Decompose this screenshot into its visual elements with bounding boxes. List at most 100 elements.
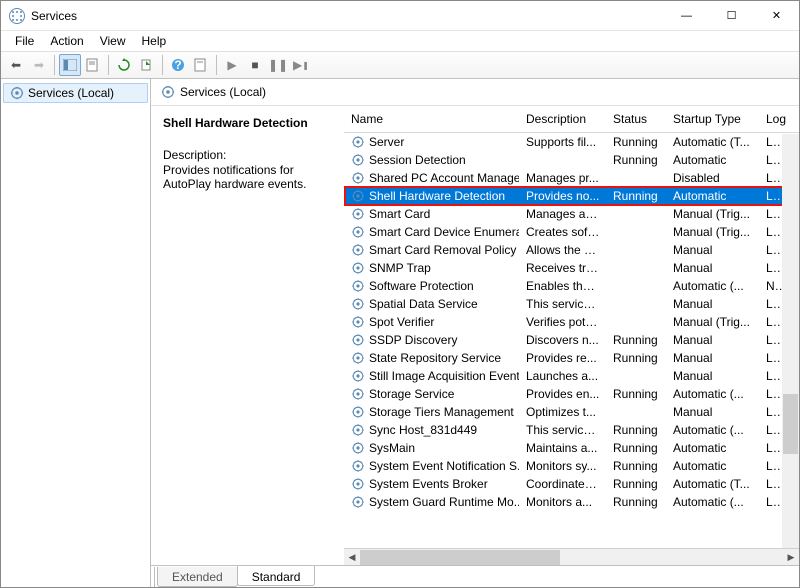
tab-extended[interactable]: Extended (157, 567, 238, 587)
menu-help[interactable]: Help (134, 32, 175, 50)
service-row[interactable]: System Events BrokerCoordinates...Runnin… (344, 475, 799, 493)
column-logon[interactable]: Log (759, 106, 789, 132)
service-name: Sync Host_831d449 (369, 423, 477, 437)
scroll-thumb[interactable] (783, 394, 798, 454)
service-name: Software Protection (369, 279, 474, 293)
gear-icon (351, 387, 365, 401)
service-row[interactable]: Shared PC Account ManagerManages pr...Di… (344, 169, 799, 187)
gear-icon (351, 225, 365, 239)
service-row[interactable]: Smart Card Removal PolicyAllows the s...… (344, 241, 799, 259)
forward-button[interactable]: ➡ (28, 54, 50, 76)
gear-icon (351, 333, 365, 347)
service-row[interactable]: Session DetectionRunningAutomaticLoc (344, 151, 799, 169)
menu-file[interactable]: File (7, 32, 42, 50)
export-button[interactable] (136, 54, 158, 76)
vertical-scrollbar[interactable] (782, 134, 799, 548)
gear-icon (351, 405, 365, 419)
service-startup: Automatic (666, 188, 759, 204)
service-status: Running (606, 134, 666, 150)
pause-service-button[interactable]: ❚❚ (267, 54, 289, 76)
service-row[interactable]: ServerSupports fil...RunningAutomatic (T… (344, 133, 799, 151)
service-row[interactable]: Spatial Data ServiceThis service ...Manu… (344, 295, 799, 313)
service-row[interactable]: State Repository ServiceProvides re...Ru… (344, 349, 799, 367)
gear-icon (351, 279, 365, 293)
refresh-button[interactable] (113, 54, 135, 76)
scroll-left-icon[interactable]: ◀ (344, 549, 360, 566)
horizontal-scrollbar[interactable]: ◀ ▶ (344, 548, 799, 565)
properties-button[interactable] (82, 54, 104, 76)
gear-icon (351, 351, 365, 365)
tree-item-services-local[interactable]: Services (Local) (3, 83, 148, 103)
tab-standard[interactable]: Standard (237, 566, 316, 586)
service-startup: Manual (666, 404, 759, 420)
service-row[interactable]: Still Image Acquisition EventsLaunches a… (344, 367, 799, 385)
show-hide-tree-button[interactable] (59, 54, 81, 76)
right-pane: Services (Local) Shell Hardware Detectio… (151, 79, 799, 587)
gear-icon (351, 495, 365, 509)
service-row[interactable]: Shell Hardware DetectionProvides no...Ru… (344, 187, 799, 205)
main-area: Services (Local) Services (Local) Shell … (1, 79, 799, 587)
service-name: Shared PC Account Manager (369, 171, 519, 185)
scroll-right-icon[interactable]: ▶ (783, 549, 799, 566)
service-name: Shell Hardware Detection (369, 189, 505, 203)
service-row[interactable]: Spot VerifierVerifies pote...Manual (Tri… (344, 313, 799, 331)
service-status: Running (606, 458, 666, 474)
stop-service-button[interactable]: ■ (244, 54, 266, 76)
scroll-thumb[interactable] (360, 550, 560, 565)
service-row[interactable]: Software ProtectionEnables the ...Automa… (344, 277, 799, 295)
list-body[interactable]: ServerSupports fil...RunningAutomatic (T… (344, 133, 799, 548)
service-row[interactable]: Storage Tiers ManagementOptimizes t...Ma… (344, 403, 799, 421)
service-description: Provides re... (519, 350, 606, 366)
service-row[interactable]: System Guard Runtime Mo...Monitors a...R… (344, 493, 799, 511)
back-button[interactable]: ⬅ (5, 54, 27, 76)
properties2-button[interactable] (190, 54, 212, 76)
service-startup: Manual (666, 242, 759, 258)
service-row[interactable]: System Event Notification S...Monitors s… (344, 457, 799, 475)
service-status (606, 411, 666, 413)
column-name[interactable]: Name (344, 106, 519, 132)
service-row[interactable]: Storage ServiceProvides en...RunningAuto… (344, 385, 799, 403)
help-button[interactable]: ? (167, 54, 189, 76)
service-status: Running (606, 332, 666, 348)
service-description: Creates soft... (519, 224, 606, 240)
gear-icon (351, 477, 365, 491)
service-startup: Automatic (... (666, 278, 759, 294)
service-row[interactable]: Smart CardManages ac...Manual (Trig...Lo… (344, 205, 799, 223)
detail-panel: Shell Hardware Detection Description: Pr… (151, 106, 344, 565)
start-service-button[interactable]: ▶ (221, 54, 243, 76)
content-split: Shell Hardware Detection Description: Pr… (151, 106, 799, 565)
service-startup: Automatic (666, 458, 759, 474)
gear-icon (351, 261, 365, 275)
description-label: Description: (163, 148, 336, 162)
separator (216, 55, 217, 75)
service-startup: Automatic (... (666, 386, 759, 402)
service-row[interactable]: SysMainMaintains a...RunningAutomaticLoc (344, 439, 799, 457)
service-row[interactable]: SNMP TrapReceives tra...ManualLoc (344, 259, 799, 277)
service-description: Verifies pote... (519, 314, 606, 330)
close-button[interactable]: ✕ (754, 1, 799, 30)
service-startup: Automatic (... (666, 494, 759, 510)
column-description[interactable]: Description (519, 106, 606, 132)
minimize-button[interactable]: — (664, 1, 709, 30)
pane-header-label: Services (Local) (180, 85, 266, 99)
service-row[interactable]: Sync Host_831d449This service ...Running… (344, 421, 799, 439)
menu-view[interactable]: View (92, 32, 134, 50)
service-description: Manages ac... (519, 206, 606, 222)
service-status (606, 267, 666, 269)
service-name: Session Detection (369, 153, 466, 167)
column-startup[interactable]: Startup Type (666, 106, 759, 132)
service-name: System Event Notification S... (369, 459, 519, 473)
service-name: SysMain (369, 441, 415, 455)
column-status[interactable]: Status (606, 106, 666, 132)
service-startup: Manual (666, 332, 759, 348)
service-row[interactable]: SSDP DiscoveryDiscovers n...RunningManua… (344, 331, 799, 349)
separator (108, 55, 109, 75)
service-status (606, 285, 666, 287)
service-startup: Automatic (666, 440, 759, 456)
service-row[interactable]: Smart Card Device Enumera...Creates soft… (344, 223, 799, 241)
service-name: Smart Card (369, 207, 430, 221)
restart-service-button[interactable]: ▶❚ (290, 54, 312, 76)
separator (162, 55, 163, 75)
maximize-button[interactable]: ☐ (709, 1, 754, 30)
menu-action[interactable]: Action (42, 32, 91, 50)
